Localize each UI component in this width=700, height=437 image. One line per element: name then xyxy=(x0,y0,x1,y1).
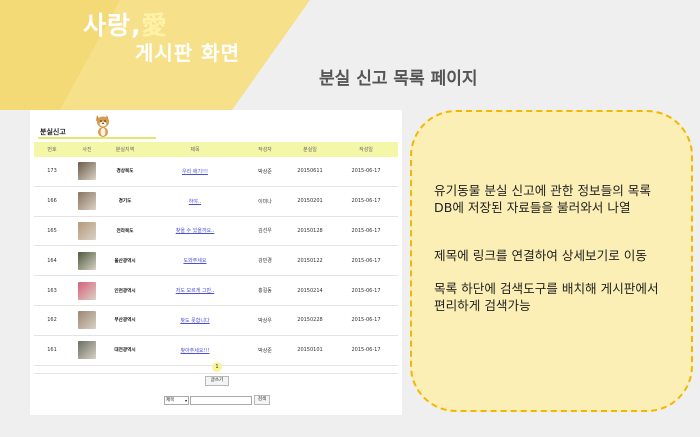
pet-photo[interactable] xyxy=(78,311,96,330)
slide-heading: 분실 신고 목록 페이지 xyxy=(319,69,478,89)
title-cell: 저도 모르게 그만.. xyxy=(146,275,244,306)
written-date: 2015-06-17 xyxy=(334,186,398,217)
pet-photo[interactable] xyxy=(78,192,96,211)
table-row: 161 대전광역시 찾아주세요!!! 박상준 20150101 2015-06-… xyxy=(34,335,398,366)
lost-region: 울산광역시 xyxy=(104,245,146,277)
chevron-down-icon: ▾ xyxy=(184,398,187,403)
post-title-link[interactable]: 도와주세요 xyxy=(183,258,206,264)
pet-photo[interactable] xyxy=(78,341,96,360)
table-header-row: 번호 사진 분실지역 제목 작성자 분실일 작성일 xyxy=(34,142,398,157)
board-header: 분실신고 xyxy=(38,110,158,140)
description-line: DB에 저장된 자료들을 불러와서 나열 xyxy=(434,200,631,215)
author: 홍길동 xyxy=(244,275,286,306)
row-number: 166 xyxy=(34,186,70,217)
row-number: 161 xyxy=(34,335,70,366)
pet-photo[interactable] xyxy=(78,221,96,240)
author: 박상준 xyxy=(244,157,286,187)
author: 이미나 xyxy=(244,186,286,217)
lost-date: 20150101 xyxy=(286,335,334,366)
photo-cell xyxy=(70,157,104,187)
lost-date: 20150128 xyxy=(286,216,334,247)
lost-region: 경상북도 xyxy=(104,157,146,187)
search-field-selected: 제목 xyxy=(166,398,175,403)
written-date: 2015-06-17 xyxy=(334,216,398,247)
title-banner: 사랑,愛 게시판 화면 xyxy=(0,0,700,110)
row-number: 173 xyxy=(34,157,70,187)
post-title-link[interactable]: 하야.. xyxy=(189,199,201,205)
post-title-link[interactable]: 찾도 못합니다 xyxy=(180,318,209,324)
lost-date: 20150214 xyxy=(286,275,334,306)
photo-cell xyxy=(70,305,104,336)
written-date: 2015-06-17 xyxy=(334,335,398,366)
photo-cell xyxy=(70,216,104,247)
author: 박상우 xyxy=(244,305,286,336)
column-header: 분실일 xyxy=(286,142,334,157)
column-header: 제목 xyxy=(146,142,244,157)
pet-photo[interactable] xyxy=(78,281,96,300)
photo-cell xyxy=(70,186,104,217)
lost-report-table: 번호 사진 분실지역 제목 작성자 분실일 작성일 173 경상북도 우리 애기… xyxy=(34,142,398,366)
description-line: 제목에 링크를 연결하여 상세보기로 이동 xyxy=(434,248,647,263)
photo-cell xyxy=(70,275,104,306)
board-title-underline xyxy=(38,137,156,139)
column-header: 작성자 xyxy=(244,142,286,157)
row-number: 165 xyxy=(34,216,70,247)
title-cell: 찾도 못합니다 xyxy=(146,305,244,336)
author: 박상준 xyxy=(244,335,286,366)
lost-date: 20150611 xyxy=(286,157,334,187)
title-cell: 우리 애기!!! xyxy=(146,157,244,187)
description-box: 유기동물 분실 신고에 관한 정보들의 목록 DB에 저장된 자료들을 불러와서… xyxy=(410,110,693,412)
written-date: 2015-06-17 xyxy=(334,157,398,187)
photo-cell xyxy=(70,245,104,277)
title-cell: 하야.. xyxy=(146,186,244,217)
pet-photo[interactable] xyxy=(78,251,96,270)
write-button[interactable]: 글쓰기 xyxy=(205,376,229,386)
lost-region: 부산광역시 xyxy=(104,305,146,336)
search-button[interactable]: 검색 xyxy=(254,395,270,405)
table-row: 165 전라북도 찾을 수 있을까요.. 김선우 20150128 2015-0… xyxy=(34,216,398,247)
lost-date: 20150228 xyxy=(286,305,334,336)
title-cell: 도와주세요 xyxy=(146,245,244,277)
lost-region: 경기도 xyxy=(104,186,146,217)
page-number[interactable]: 1 xyxy=(212,362,222,372)
title-cell: 찾을 수 있을까요.. xyxy=(146,216,244,247)
post-title-link[interactable]: 찾아주세요!!! xyxy=(180,348,209,354)
row-number: 164 xyxy=(34,245,70,277)
post-title-link[interactable]: 우리 애기!!! xyxy=(182,169,208,175)
column-header: 사진 xyxy=(70,142,104,157)
search-field-select[interactable]: 제목 ▾ xyxy=(164,396,189,405)
dog-icon xyxy=(96,115,109,137)
board-title: 분실신고 xyxy=(40,128,66,136)
row-number: 162 xyxy=(34,305,70,336)
author: 강민경 xyxy=(244,245,286,277)
author: 김선우 xyxy=(244,216,286,247)
post-title-link[interactable]: 찾을 수 있을까요.. xyxy=(176,228,215,234)
column-header: 분실지역 xyxy=(104,142,146,157)
divider xyxy=(34,373,398,374)
title-cell: 찾아주세요!!! xyxy=(146,335,244,366)
table-row: 163 인천광역시 저도 모르게 그만.. 홍길동 20150214 2015-… xyxy=(34,275,398,306)
column-header: 작성일 xyxy=(334,142,398,157)
lost-date: 20150201 xyxy=(286,186,334,217)
search-input[interactable] xyxy=(190,396,252,405)
description-line: 편리하게 검색가능 xyxy=(434,298,531,313)
row-number: 163 xyxy=(34,275,70,306)
written-date: 2015-06-17 xyxy=(334,245,398,277)
brand-subtitle: 게시판 화면 xyxy=(135,41,240,65)
pet-photo[interactable] xyxy=(78,162,96,181)
photo-cell xyxy=(70,335,104,366)
board-screenshot: 분실신고 번호 사진 분실지역 제목 작성자 분실일 작성일 173 경상북도 … xyxy=(30,110,402,415)
lost-region: 인천광역시 xyxy=(104,275,146,306)
written-date: 2015-06-17 xyxy=(334,305,398,336)
lost-region: 대전광역시 xyxy=(104,335,146,366)
column-header: 번호 xyxy=(34,142,70,157)
lost-date: 20150122 xyxy=(286,245,334,277)
post-title-link[interactable]: 저도 모르게 그만.. xyxy=(176,288,215,294)
table-row: 164 울산광역시 도와주세요 강민경 20150122 2015-06-17 xyxy=(34,245,398,277)
table-row: 162 부산광역시 찾도 못합니다 박상우 20150228 2015-06-1… xyxy=(34,305,398,336)
written-date: 2015-06-17 xyxy=(334,275,398,306)
table-row: 173 경상북도 우리 애기!!! 박상준 20150611 2015-06-1… xyxy=(34,157,398,187)
lost-region: 전라북도 xyxy=(104,216,146,247)
table-row: 166 경기도 하야.. 이미나 20150201 2015-06-17 xyxy=(34,186,398,217)
